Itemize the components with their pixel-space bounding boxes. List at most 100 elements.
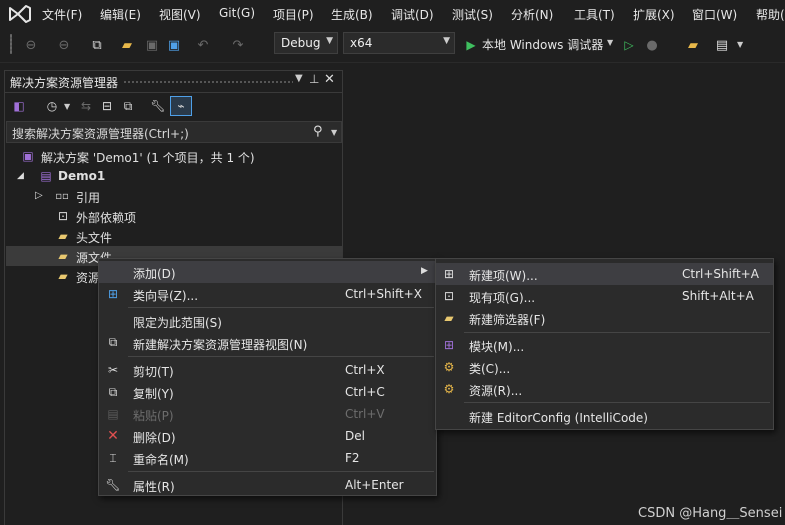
filter-folder-icon: ▰ [58,249,68,263]
menu-item-new-explorer-view[interactable]: 新建解决方案资源管理器视图(N) [133,336,307,353]
start-without-debugging-icon[interactable]: ▷ [620,36,638,54]
menu-analyze[interactable]: 分析(N) [511,6,553,23]
platform-value: x64 [350,36,373,50]
configuration-value: Debug [281,36,321,50]
chevron-down-icon: ▼ [443,36,450,46]
shortcut-cut: Ctrl+X [345,363,385,377]
sync-icon[interactable]: ⇆ [78,98,94,114]
shortcut-copy: Ctrl+C [345,385,385,399]
project-icon: ▤ [40,169,52,183]
menu-item-paste: 粘贴(P) [133,409,174,423]
module-icon: ⊞ [443,338,455,352]
submenu-item-class[interactable]: 类(C)... [469,360,510,377]
new-view-icon: ⧉ [108,334,118,349]
menu-debug[interactable]: 调试(D) [391,6,434,23]
shortcut-paste: Ctrl+V [345,407,385,421]
menu-item-scope-to-this[interactable]: 限定为此范围(S) [133,314,222,331]
paste-icon: ▤ [107,407,119,421]
save-icon[interactable]: ▣ [143,36,161,54]
history-icon[interactable]: ◷ [44,98,60,114]
submenu-item-resource[interactable]: 资源(R)... [469,382,522,399]
menu-separator [128,356,434,357]
switch-views-icon[interactable]: ◧ [11,98,27,114]
forward-icon[interactable]: ⊖ [55,36,73,54]
tree-item-project[interactable]: Demo1 [58,169,105,183]
menu-extensions[interactable]: 扩展(X) [633,6,675,23]
menu-separator [464,332,770,333]
submenu-item-new-item[interactable]: 新建项(W)... [469,267,538,284]
pin-icon[interactable]: ⊥ [309,72,319,86]
play-icon[interactable]: ▶ [462,36,480,54]
menu-edit[interactable]: 编辑(E) [100,6,141,23]
open-folder-icon[interactable]: ▰ [118,36,136,54]
solution-icon: ▣ [22,149,34,163]
menu-help[interactable]: 帮助( [756,6,785,23]
collapsed-arrow-icon[interactable]: ▷ [35,190,43,201]
show-all-files-icon[interactable]: ⧉ [120,98,136,114]
redo-icon[interactable]: ↷ [229,36,247,54]
expanded-arrow-icon[interactable]: ◢ [17,171,24,181]
chevron-down-icon[interactable]: ▼ [737,40,743,49]
run-debugger-button[interactable]: 本地 Windows 调试器 [482,36,603,53]
resource-icon: ⚙ [443,382,455,396]
save-all-icon[interactable]: ▣ [165,36,183,54]
menu-item-delete[interactable]: 删除(D) [133,429,176,446]
menu-test[interactable]: 测试(S) [452,6,493,23]
menu-item-add[interactable]: 添加(D) [133,265,176,282]
preview-icon: ⌁ [177,99,185,113]
solution-folder-icon[interactable]: ▰ [684,36,702,54]
chevron-down-icon[interactable]: ▼ [64,102,70,111]
panel-options-icon[interactable]: ▼ [295,73,303,84]
menu-item-cut[interactable]: 剪切(T) [133,363,174,380]
submenu-item-module[interactable]: 模块(M)... [469,338,524,355]
menu-file[interactable]: 文件(F) [42,6,82,23]
tree-item-header-files[interactable]: 头文件 [76,229,112,246]
panel-divider [4,92,343,93]
tree-item-solution[interactable]: 解决方案 'Demo1' (1 个项目，共 1 个) [41,149,255,166]
configuration-select[interactable]: Debug ▼ [274,32,338,54]
hot-reload-icon[interactable]: ● [643,36,661,54]
chevron-down-icon[interactable]: ▼ [331,128,337,137]
menu-project[interactable]: 项目(P) [273,6,314,23]
new-project-icon[interactable]: ⧉ [88,36,106,54]
properties-wrench-icon[interactable]: 🔧︎ [150,98,166,114]
search-icon[interactable]: ⚲ [313,124,323,139]
cut-icon: ✂ [107,363,119,377]
menu-item-class-wizard[interactable]: 类向导(Z)... [133,287,198,304]
panel-grip[interactable] [123,80,293,84]
submenu-item-existing-item[interactable]: 现有项(G)... [469,289,535,306]
submenu-item-new-filter[interactable]: 新建筛选器(F) [469,311,545,328]
platform-select[interactable]: x64 ▼ [343,32,455,54]
class-icon: ⚙ [443,360,455,374]
shortcut-delete: Del [345,429,365,443]
menu-item-properties[interactable]: 属性(R) [133,478,175,495]
menu-item-rename[interactable]: 重命名(M) [133,451,189,468]
menu-separator [128,307,434,308]
class-wizard-icon: ⊞ [107,287,119,301]
menu-window[interactable]: 窗口(W) [692,6,737,23]
search-placeholder: 搜索解决方案资源管理器(Ctrl+;) [12,127,189,141]
visual-studio-logo-icon[interactable] [8,4,32,24]
menu-view[interactable]: 视图(V) [159,6,201,23]
menu-git[interactable]: Git(G) [219,6,255,20]
window-layout-icon[interactable]: ▤ [713,36,731,54]
close-icon[interactable]: ✕ [324,72,335,87]
shortcut-properties: Alt+Enter [345,478,404,492]
shortcut-existing-item: Shift+Alt+A [682,289,754,303]
menu-item-copy[interactable]: 复制(Y) [133,385,174,402]
properties-wrench-icon: 🔧︎ [105,478,121,492]
menu-build[interactable]: 生成(B) [331,6,373,23]
menu-tools[interactable]: 工具(T) [574,6,615,23]
copy-icon: ⧉ [108,384,118,399]
back-icon[interactable]: ⊖ [22,36,40,54]
shortcut-class-wizard: Ctrl+Shift+X [345,287,422,301]
tree-item-resource-files[interactable]: 资源 [76,269,100,286]
chevron-down-icon[interactable]: ▼ [607,38,613,47]
toolbar-grip[interactable] [10,34,12,54]
tree-item-external-deps[interactable]: 外部依赖项 [76,209,136,226]
collapse-all-icon[interactable]: ⊟ [99,98,115,114]
submenu-item-new-editorconfig[interactable]: 新建 EditorConfig (IntelliCode) [469,409,648,426]
submenu-arrow-icon: ▶ [421,266,428,276]
tree-item-references[interactable]: 引用 [76,189,100,206]
undo-icon[interactable]: ↶ [194,36,212,54]
